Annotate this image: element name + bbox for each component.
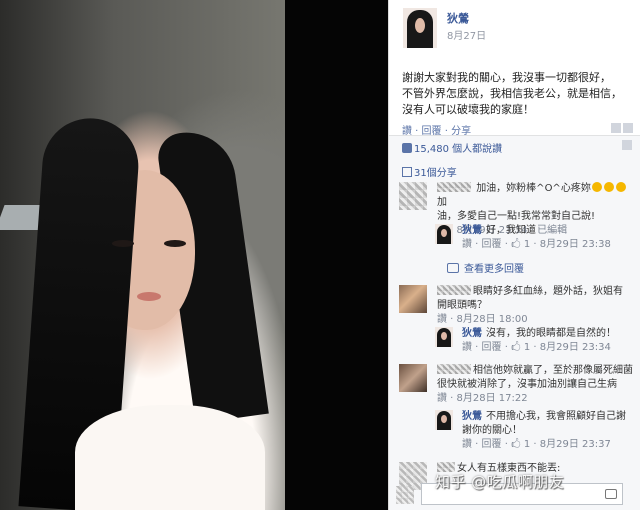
reply-avatar[interactable]: [435, 410, 453, 430]
reply-avatar[interactable]: [435, 224, 453, 244]
commenter-avatar[interactable]: [399, 285, 427, 313]
post-option-icon[interactable]: [611, 123, 621, 133]
author-avatar[interactable]: [403, 8, 437, 48]
reply-meta[interactable]: 讚 · 回覆 · 🖒 1 · 8月29日 23:34: [462, 342, 611, 353]
comment-text: 加油，妳粉棒^O^心疼妳: [476, 183, 591, 194]
censored-name: [437, 182, 471, 192]
comment-text: 很快就被消除了，沒事加油別讓自己生病: [437, 379, 617, 390]
left-eye: [112, 240, 134, 247]
post-message-line: 沒有人可以破壞我的家庭！: [402, 103, 534, 116]
comment-text: 油，多愛自己一點!我常常對自己說!: [437, 211, 596, 222]
emoji-icon: [615, 182, 626, 192]
reply-meta[interactable]: 讚 · 回覆 · 🖒 1 · 8月29日 23:38: [462, 239, 611, 250]
comment-meta[interactable]: 讚 · 8月28日 18:00: [437, 314, 528, 325]
reply-text: 謝你的關心！: [462, 425, 522, 436]
right-eye: [164, 240, 186, 247]
zhihu-watermark: 知乎 @吃瓜啊朋友: [435, 473, 565, 491]
share-icon: [402, 167, 412, 177]
reply-avatar[interactable]: [435, 327, 453, 347]
white-lace-dress: [75, 405, 265, 510]
composer-avatar: [396, 486, 414, 504]
comment-body: 相信他妳就贏了，至於那像屬死細菌 很快就被消除了，沒事加油別讓自己生病 讚 · …: [437, 364, 633, 406]
likes-text: 15,480 個人都說讚: [414, 144, 503, 155]
commenter-avatar[interactable]: [399, 364, 427, 392]
post-message-line: 不管外界怎麼說，我相信我老公，就是相信，: [402, 87, 622, 100]
settings-icon[interactable]: [622, 140, 632, 150]
comment-text: 開眼頭嗎？: [437, 300, 487, 311]
reply-text: 不用擔心我，我會照顧好自己謝: [486, 411, 626, 422]
censored-name: [437, 285, 471, 295]
reply-icon: [447, 263, 459, 273]
reply-body: 狄鶯 沒有，我的眼睛都是自然的！ 讚 · 回覆 · 🖒 1 · 8月29日 23:…: [462, 327, 632, 355]
facebook-post-sidebar: 狄鶯 8月27日 謝謝大家對我的關心，我沒事一切都很好， 不管外界怎麼說，我相信…: [388, 0, 640, 510]
thumbs-up-icon: [402, 143, 412, 153]
emoji-icon: [591, 182, 602, 192]
camera-icon[interactable]: [605, 489, 617, 499]
reply-body: 狄鶯 好，我知道 讚 · 回覆 · 🖒 1 · 8月29日 23:38: [462, 224, 632, 252]
reply-meta[interactable]: 讚 · 回覆 · 🖒 1 · 8月29日 23:37: [462, 439, 611, 450]
comment-text: 加: [437, 197, 447, 208]
post-icons[interactable]: [609, 118, 633, 133]
comment-text: 眼睛好多紅血絲，題外話，狄姐有: [473, 286, 623, 297]
reply-body: 狄鶯 不用擔心我，我會照顧好自己謝 謝你的關心！ 讚 · 回覆 · 🖒 1 · 8…: [462, 410, 632, 452]
post-option-icon[interactable]: [623, 123, 633, 133]
censored-name: [437, 364, 471, 374]
post-header: 狄鶯 8月27日: [389, 0, 640, 62]
see-more-text: 查看更多回覆: [464, 264, 524, 275]
post-message-line: 謝謝大家對我的關心，我沒事一切都很好，: [402, 71, 611, 84]
shares-text: 31個分享: [414, 168, 457, 179]
emoji-icon: [603, 182, 614, 192]
reply-text: 沒有，我的眼睛都是自然的！: [486, 328, 616, 339]
author-name[interactable]: 狄鶯: [447, 10, 469, 26]
likes-count[interactable]: 15,480 個人都說讚: [402, 140, 502, 155]
comment-body: 眼睛好多紅血絲，題外話，狄姐有 開眼頭嗎？ 讚 · 8月28日 18:00: [437, 285, 633, 327]
reply-author[interactable]: 狄鶯: [462, 411, 482, 422]
post-summary: 15,480 個人都說讚 31個分享: [389, 135, 640, 184]
reply-author[interactable]: 狄鶯: [462, 328, 482, 339]
post-photo-panel[interactable]: [0, 0, 388, 510]
reply-text: 好，我知道: [486, 225, 536, 236]
post-date[interactable]: 8月27日: [447, 27, 486, 42]
comment-meta[interactable]: 讚 · 8月28日 17:22: [437, 393, 528, 404]
see-more-replies[interactable]: 查看更多回覆: [447, 260, 524, 275]
comment-text: 相信他妳就贏了，至於那像屬死細菌: [473, 365, 633, 376]
reply-author[interactable]: 狄鶯: [462, 225, 482, 236]
comments-list: 加油，妳粉棒^O^心疼妳加 油，多愛自己一點!我常常對自己說! 讚 · 8月29…: [389, 182, 640, 510]
commenter-avatar[interactable]: [399, 182, 427, 210]
lips: [137, 292, 161, 301]
post-message: 謝謝大家對我的關心，我沒事一切都很好， 不管外界怎麼說，我相信我老公，就是相信，…: [402, 70, 631, 118]
shares-count[interactable]: 31個分享: [402, 164, 457, 179]
woman-selfie-photo: [0, 0, 285, 510]
